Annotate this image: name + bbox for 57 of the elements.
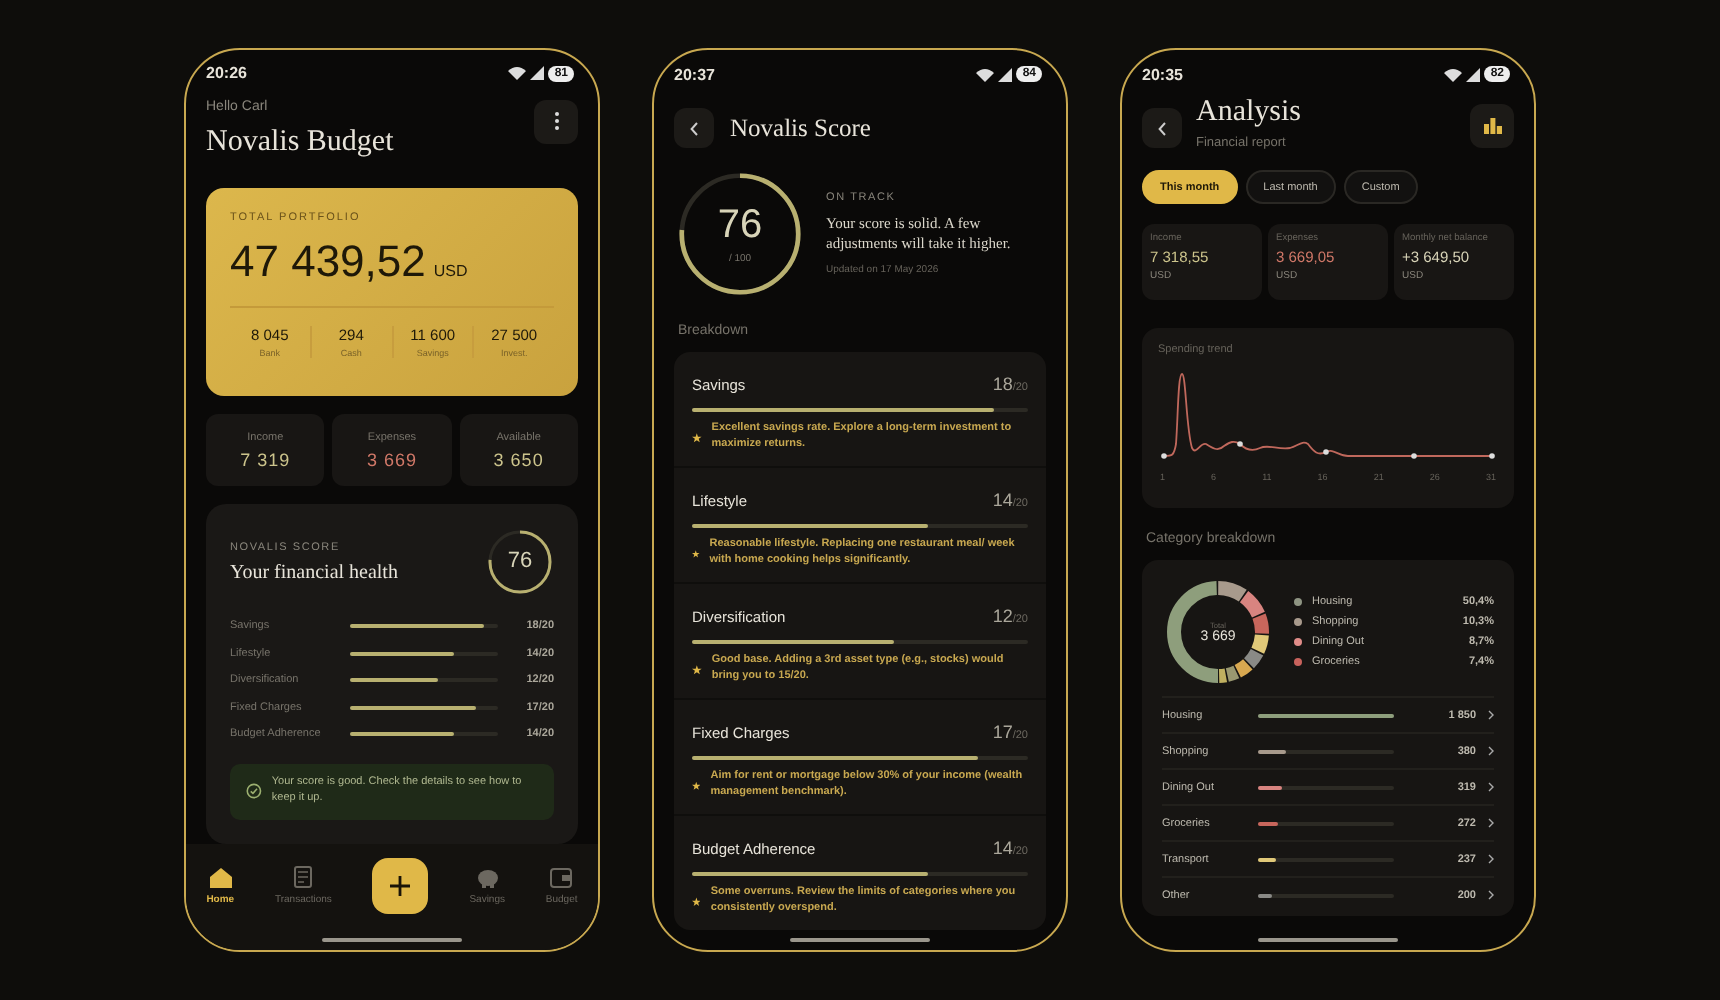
star-icon bbox=[692, 895, 701, 908]
back-button[interactable] bbox=[674, 108, 714, 148]
wifi-icon bbox=[976, 67, 995, 81]
chevron-right-icon bbox=[1488, 782, 1494, 792]
donut-chart-drawing bbox=[1162, 576, 1274, 688]
page-title: Analysis bbox=[1196, 96, 1303, 130]
wifi-icon bbox=[1444, 67, 1463, 81]
signal-icon bbox=[1466, 67, 1481, 81]
chevron-right-icon bbox=[1488, 854, 1494, 864]
chevron-right-icon bbox=[1488, 890, 1494, 900]
summary-value: 3 669 bbox=[366, 449, 417, 470]
bar-chart-icon bbox=[1483, 118, 1501, 134]
category-score: 14 bbox=[992, 837, 1013, 858]
summary-value: 3 650 bbox=[493, 449, 544, 470]
score-value: 76 bbox=[507, 551, 533, 574]
check-circle-icon bbox=[246, 782, 262, 801]
home-icon bbox=[209, 867, 232, 888]
back-icon bbox=[690, 121, 698, 135]
category-score: 14 bbox=[992, 489, 1013, 510]
star-icon bbox=[692, 547, 700, 560]
data-point bbox=[1411, 453, 1417, 459]
data-point bbox=[1161, 453, 1167, 459]
wallet-icon bbox=[550, 867, 573, 888]
score-value: 76 bbox=[717, 203, 763, 249]
data-point bbox=[1323, 449, 1329, 455]
back-button[interactable] bbox=[1142, 108, 1182, 148]
category-score: 18 bbox=[992, 374, 1013, 394]
piggy-bank-icon bbox=[475, 867, 500, 888]
status-time: 20:35 bbox=[1142, 65, 1183, 83]
chevron-right-icon bbox=[1488, 746, 1494, 756]
star-icon bbox=[692, 431, 702, 444]
wifi-icon bbox=[508, 66, 527, 81]
category-score: 12 bbox=[992, 605, 1013, 626]
receipt-icon bbox=[294, 866, 313, 889]
star-icon bbox=[692, 779, 701, 792]
category-score: 17 bbox=[992, 721, 1013, 742]
chevron-right-icon bbox=[1488, 818, 1494, 828]
summary-value: 7 319 bbox=[240, 449, 291, 470]
signal-icon bbox=[530, 66, 545, 81]
status-time: 20:26 bbox=[206, 64, 247, 83]
status-time: 20:37 bbox=[674, 65, 715, 83]
more-button[interactable] bbox=[534, 99, 578, 144]
plus-icon bbox=[390, 876, 411, 897]
add-button[interactable] bbox=[372, 858, 429, 915]
more-icon bbox=[553, 112, 559, 131]
data-point bbox=[1237, 441, 1243, 447]
page-title: Novalis Score bbox=[730, 113, 871, 143]
star-icon bbox=[692, 663, 702, 676]
score-title: Your financial health bbox=[230, 561, 398, 584]
portfolio-amount: 47 439,52 bbox=[230, 235, 426, 288]
data-point bbox=[1489, 453, 1495, 459]
app-title: Novalis Budget bbox=[206, 125, 394, 160]
chart-button[interactable] bbox=[1470, 104, 1514, 148]
currency: USD bbox=[433, 261, 468, 280]
chevron-right-icon bbox=[1488, 710, 1494, 720]
back-icon bbox=[1158, 121, 1166, 135]
signal-icon bbox=[998, 67, 1013, 81]
